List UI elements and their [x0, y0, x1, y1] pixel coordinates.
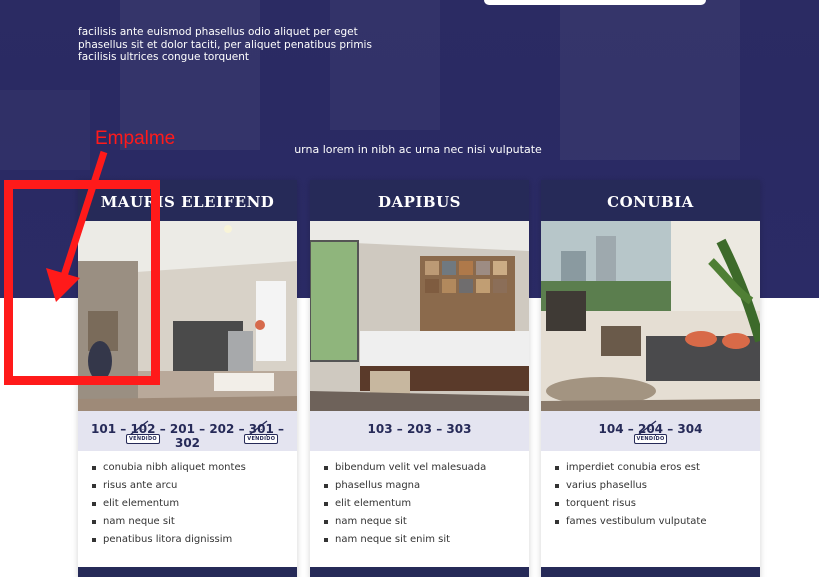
feature-item: penatibus litora dignissim — [92, 534, 297, 545]
sold-badge: VENDIDO — [244, 434, 279, 444]
background-building — [560, 0, 740, 160]
unit-number[interactable]: 304 — [677, 422, 702, 436]
card-units: 101 – 102 VENDIDO – 201 – 202 – 301 VEND… — [78, 411, 297, 451]
feature-item: elit elementum — [92, 498, 297, 509]
feature-list: bibendum velit vel malesuada phasellus m… — [310, 451, 529, 545]
unit-number-sold[interactable]: 301 VENDIDO — [244, 420, 279, 444]
apartment-card-3[interactable]: CONUBIA 104 – 204 VENDIDO – 304 imperdie… — [541, 180, 760, 577]
apartment-card-1[interactable]: MAURIS ELEIFEND 101 – 102 VENDIDO – 201 — [78, 180, 297, 577]
unit-number[interactable]: 104 — [599, 422, 624, 436]
annotation-label: Empalme — [95, 128, 176, 149]
feature-item: bibendum velit vel malesuada — [324, 462, 529, 473]
card-title: DAPIBUS — [310, 180, 529, 221]
unit-number[interactable]: 201 — [170, 422, 195, 436]
card-footer[interactable] — [541, 567, 760, 577]
feature-item: fames vestibulum vulputate — [555, 516, 760, 527]
hero-intro-text: facilisis ante euismod phasellus odio al… — [78, 26, 372, 64]
unit-number[interactable]: 202 — [209, 422, 234, 436]
feature-item: varius phasellus — [555, 480, 760, 491]
feature-item: nam neque sit — [324, 516, 529, 527]
apartment-living-room-photo — [541, 221, 760, 411]
feature-item: torquent risus — [555, 498, 760, 509]
apartment-bedroom-photo — [310, 221, 529, 411]
background-building — [330, 0, 440, 130]
feature-item: conubia nibh aliquet montes — [92, 462, 297, 473]
card-units: 104 – 204 VENDIDO – 304 — [541, 411, 760, 451]
apartment-card-2[interactable]: DAPIBUS 103 – 203 – 303 bibendum velit v… — [310, 180, 529, 577]
unit-number-sold[interactable]: 102 VENDIDO — [125, 420, 160, 444]
card-title: CONUBIA — [541, 180, 760, 221]
feature-item: risus ante arcu — [92, 480, 297, 491]
feature-list: conubia nibh aliquet montes risus ante a… — [78, 451, 297, 545]
feature-list: imperdiet conubia eros est varius phasel… — [541, 451, 760, 527]
apartment-kitchen-photo — [78, 221, 297, 411]
card-title: MAURIS ELEIFEND — [78, 180, 297, 221]
unit-number[interactable]: 101 — [91, 422, 116, 436]
sold-badge: VENDIDO — [125, 434, 160, 444]
unit-number[interactable]: 103 — [368, 422, 393, 436]
feature-item: nam neque sit — [92, 516, 297, 527]
unit-number[interactable]: 302 — [175, 436, 200, 450]
sold-badge: VENDIDO — [633, 434, 668, 444]
feature-item: imperdiet conubia eros est — [555, 462, 760, 473]
feature-item: nam neque sit enim sit — [324, 534, 529, 545]
feature-item: phasellus magna — [324, 480, 529, 491]
background-building — [0, 90, 90, 170]
search-box[interactable] — [484, 0, 706, 5]
unit-number[interactable]: 203 — [407, 422, 432, 436]
card-footer[interactable] — [78, 567, 297, 577]
unit-number-sold[interactable]: 204 VENDIDO — [633, 420, 668, 444]
card-units: 103 – 203 – 303 — [310, 411, 529, 451]
card-footer[interactable] — [310, 567, 529, 577]
unit-number[interactable]: 303 — [446, 422, 471, 436]
feature-item: elit elementum — [324, 498, 529, 509]
